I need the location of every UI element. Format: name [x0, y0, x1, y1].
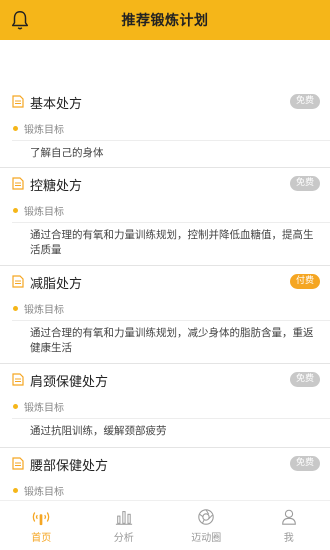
- goal-label: 锻炼目标: [24, 403, 64, 414]
- goal-row: 锻炼目标: [0, 198, 330, 222]
- circle-icon: [198, 509, 214, 525]
- tab-home[interactable]: 首页: [0, 501, 83, 550]
- goal-label: 锻炼目标: [24, 487, 64, 498]
- card-description: 了解自己的身体: [30, 147, 104, 159]
- plan-card-sugar-control[interactable]: 控糖处方 免费 锻炼目标 通过合理的有氧和力量训练规划，控制并降低血糖值，提高生…: [0, 168, 330, 266]
- card-header: 控糖处方 免费: [0, 168, 330, 198]
- free-badge: 免费: [289, 372, 320, 387]
- card-title: 控糖处方: [30, 179, 83, 194]
- free-badge: 免费: [289, 176, 320, 191]
- document-icon: [12, 457, 24, 470]
- goal-label: 锻炼目标: [24, 207, 64, 218]
- card-description: 通过合理的有氧和力量训练规划，减少身体的脂肪含量，重返健康生活: [30, 327, 314, 354]
- card-header: 减脂处方 付费: [0, 266, 330, 296]
- tab-analysis[interactable]: 分析: [83, 501, 166, 550]
- document-icon: [12, 95, 24, 108]
- goal-label: 锻炼目标: [24, 125, 64, 136]
- plan-card-waist-care[interactable]: 腰部保健处方 免费 锻炼目标: [0, 448, 330, 498]
- free-badge: 免费: [289, 94, 320, 109]
- page-title: 推荐锻炼计划: [121, 13, 209, 29]
- tab-label: 迈动圈: [191, 533, 222, 544]
- tab-me[interactable]: 我: [248, 501, 330, 550]
- goal-row: 锻炼目标: [0, 296, 330, 320]
- tab-label: 我: [283, 533, 294, 544]
- plan-card-fat-loss[interactable]: 减脂处方 付费 锻炼目标 通过合理的有氧和力量训练规划，减少身体的脂肪含量，重返…: [0, 266, 330, 364]
- card-description: 通过抗阻训练，缓解颈部疲劳: [30, 425, 167, 437]
- tab-label: 分析: [113, 533, 134, 544]
- card-header: 肩颈保健处方 免费: [0, 364, 330, 394]
- bell-icon[interactable]: [9, 9, 31, 31]
- goal-label: 锻炼目标: [24, 305, 64, 316]
- paid-badge: 付费: [289, 274, 320, 289]
- card-header: 基本处方 免费: [0, 86, 330, 116]
- card-title: 减脂处方: [30, 277, 83, 292]
- document-icon: [12, 177, 24, 190]
- card-title: 腰部保健处方: [30, 459, 109, 474]
- free-badge: 免费: [289, 456, 320, 471]
- card-header: 腰部保健处方 免费: [0, 448, 330, 478]
- plan-list[interactable]: 基本处方 免费 锻炼目标 了解自己的身体 控糖处方 免费 锻炼目标 通过合理的有…: [0, 86, 330, 498]
- goal-row: 锻炼目标: [0, 116, 330, 140]
- tab-label: 首页: [31, 533, 52, 544]
- card-title: 肩颈保健处方: [30, 375, 109, 390]
- bullet-dot: [13, 126, 18, 131]
- top-header: 推荐锻炼计划: [0, 0, 330, 40]
- bullet-dot: [13, 488, 18, 493]
- bullet-dot: [13, 208, 18, 213]
- document-icon: [12, 373, 24, 386]
- tab-circle[interactable]: 迈动圈: [165, 501, 248, 550]
- bullet-dot: [13, 404, 18, 409]
- plan-card-neck-care[interactable]: 肩颈保健处方 免费 锻炼目标 通过抗阻训练，缓解颈部疲劳: [0, 364, 330, 448]
- goal-row: 锻炼目标: [0, 394, 330, 418]
- card-title: 基本处方: [30, 97, 83, 112]
- bottom-tab-bar: 首页 分析 迈动圈 我: [0, 500, 330, 550]
- bullet-dot: [13, 306, 18, 311]
- user-icon: [281, 509, 296, 525]
- document-icon: [12, 275, 24, 288]
- goal-row: 锻炼目标: [0, 478, 330, 498]
- bar-chart-icon: [115, 511, 132, 525]
- plan-card-basic[interactable]: 基本处方 免费 锻炼目标 了解自己的身体: [0, 86, 330, 168]
- card-description: 通过合理的有氧和力量训练规划，控制并降低血糖值，提高生活质量: [30, 229, 314, 256]
- home-icon: [32, 512, 50, 526]
